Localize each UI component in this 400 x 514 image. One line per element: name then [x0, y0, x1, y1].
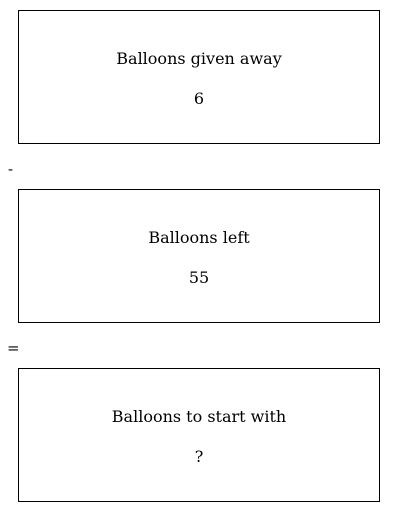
box-balloons-to-start-with: Balloons to start with ? — [18, 368, 380, 502]
box-label: Balloons given away — [116, 49, 282, 68]
box-label: Balloons left — [148, 228, 250, 247]
equals-operator: = — [7, 339, 20, 357]
box-value: 6 — [193, 89, 205, 108]
box-balloons-left: Balloons left 55 — [18, 189, 380, 323]
box-value: 55 — [188, 268, 210, 287]
box-label: Balloons to start with — [111, 407, 287, 426]
box-value: ? — [194, 447, 204, 466]
box-balloons-given-away: Balloons given away 6 — [18, 10, 380, 144]
minus-operator: - — [8, 160, 14, 178]
